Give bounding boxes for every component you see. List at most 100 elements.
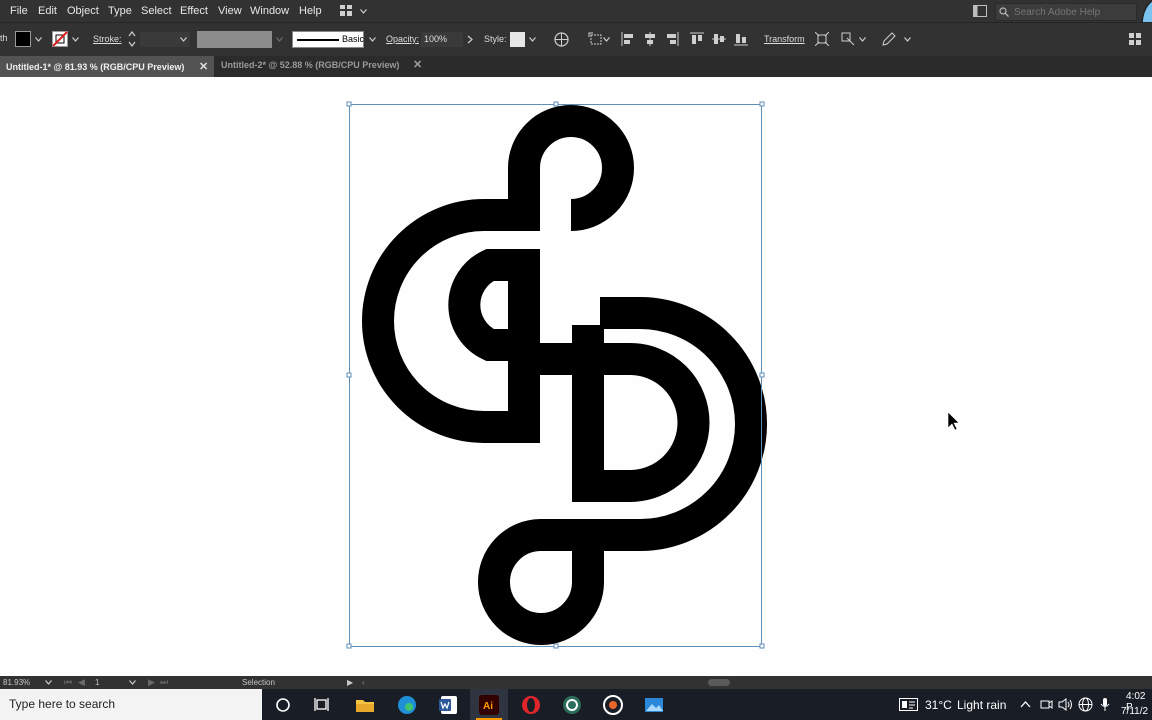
chevron-right-icon[interactable] [467,35,473,44]
workspace-grid-icon[interactable] [340,5,352,16]
task-view-icon[interactable] [312,694,334,716]
search-adobe-help[interactable] [995,3,1137,21]
taskbar-search-box[interactable]: Type here to search [0,689,262,720]
document-tab-bar: Untitled-1* @ 81.93 % (RGB/CPU Preview) … [0,56,1152,77]
stroke-weight-stepper-icon[interactable] [128,30,136,48]
windows-taskbar: Type here to search Ai 31°C Light rain 4… [0,689,1152,720]
isolate-selected-icon[interactable] [815,32,829,46]
cortana-icon[interactable] [272,694,294,716]
tab-untitled-2[interactable]: Untitled-2* @ 52.88 % (RGB/CPU Preview) … [214,56,428,77]
opacity-label[interactable]: Opacity: [386,34,419,44]
stroke-none-swatch[interactable] [52,31,68,47]
resize-handle-top [553,101,559,107]
opacity-field[interactable]: 100% [421,32,463,47]
chevron-up-icon[interactable] [1020,700,1031,708]
align-vertical-center-icon[interactable] [712,32,726,46]
camtasia-icon[interactable] [561,694,583,716]
recolor-artwork-icon[interactable] [554,32,569,47]
close-icon[interactable]: ✕ [199,58,208,77]
puppet-warp-icon[interactable] [841,32,855,46]
previous-artboard-icon[interactable]: ◀ [78,676,85,689]
zoom-level[interactable]: 81.93% [3,676,30,689]
chevron-down-icon[interactable] [369,37,376,42]
weather-temperature[interactable]: 31°C [925,698,952,712]
current-tool-label[interactable]: Selection [242,676,275,689]
last-artboard-icon[interactable]: ⏭ [160,676,168,689]
chevron-down-icon[interactable] [603,37,610,42]
resize-handle-top-left [346,101,352,107]
weather-condition[interactable]: Light rain [957,698,1006,712]
align-horizontal-center-icon[interactable] [643,32,657,46]
stroke-label[interactable]: Stroke: [93,34,122,44]
taskbar-search-placeholder: Type here to search [9,697,116,711]
variable-width-profile[interactable] [197,31,272,48]
scroll-left-icon[interactable]: ‹ [362,676,365,689]
menu-object[interactable]: Object [67,0,99,22]
menu-effect[interactable]: Effect [180,0,208,22]
arrange-documents-icon[interactable] [973,5,987,17]
chevron-down-icon[interactable] [529,37,536,42]
graphic-style-swatch[interactable] [510,32,525,47]
meet-now-icon[interactable] [1040,698,1053,711]
fill-swatch[interactable] [15,31,31,47]
speaker-icon[interactable] [1058,698,1073,711]
align-top-icon[interactable] [690,32,704,46]
chevron-down-icon[interactable] [129,680,136,685]
horizontal-scrollbar-thumb[interactable] [708,679,730,686]
illustrator-icon[interactable]: Ai [478,694,500,716]
menu-bar: File Edit Object Type Select Effect View… [0,0,1152,50]
brush-definition[interactable]: Basic [292,31,364,48]
chevron-down-icon[interactable] [859,37,866,42]
network-globe-icon[interactable] [1078,697,1093,712]
chevron-down-icon[interactable] [904,37,911,42]
brush-stroke-preview [297,39,339,41]
next-artboard-icon[interactable]: ▶ [148,676,155,689]
artwork [346,101,960,649]
chevron-down-icon[interactable] [72,37,79,42]
opacity-value: 100% [424,34,448,44]
menu-window[interactable]: Window [250,0,289,22]
menu-file[interactable]: File [10,0,28,22]
artboard-number[interactable]: 1 [95,676,99,689]
resize-handle-right [759,372,765,378]
chevron-down-icon[interactable] [180,37,187,42]
align-to-selection-icon[interactable] [588,32,602,46]
menu-view[interactable]: View [218,0,242,22]
panel-options-icon[interactable] [1129,33,1141,45]
mouse-cursor-icon [947,411,960,431]
chevron-down-icon[interactable] [35,37,42,42]
status-menu-arrow-icon[interactable]: ▶ [347,676,353,689]
chevron-down-icon[interactable] [45,680,52,685]
opera-icon[interactable] [520,694,542,716]
align-bottom-icon[interactable] [734,32,748,46]
photos-icon[interactable] [643,694,665,716]
logo-inner-d-stroke [572,325,710,502]
menu-type[interactable]: Type [108,0,132,22]
weather-icon[interactable] [899,698,918,711]
menu-edit[interactable]: Edit [38,0,57,22]
edge-browser-icon[interactable] [396,694,418,716]
transform-button[interactable]: Transform [764,34,805,44]
close-icon[interactable]: ✕ [413,56,422,75]
align-right-icon[interactable] [665,32,679,46]
style-label: Style: [484,34,507,44]
word-icon[interactable] [437,694,459,716]
chevron-down-icon[interactable] [360,9,367,14]
media-player-icon[interactable] [602,694,624,716]
edit-toolbar-icon[interactable] [882,32,896,46]
chevron-down-icon[interactable] [276,37,283,42]
menu-select[interactable]: Select [141,0,172,22]
search-icon [999,7,1009,17]
artboard-canvas[interactable] [0,77,1152,676]
file-explorer-icon[interactable] [354,694,376,716]
resize-handle-top-right [759,101,765,107]
tab-untitled-1[interactable]: Untitled-1* @ 81.93 % (RGB/CPU Preview) … [0,56,214,77]
first-artboard-icon[interactable]: ⏮ [64,676,72,689]
menu-help[interactable]: Help [299,0,322,22]
resize-handle-bottom-right [759,643,765,649]
resize-handle-left [346,372,352,378]
clock-date[interactable]: 7/11/2 [1121,706,1148,717]
align-left-icon[interactable] [621,32,635,46]
microphone-icon[interactable] [1100,697,1110,712]
search-input[interactable] [1014,4,1132,20]
